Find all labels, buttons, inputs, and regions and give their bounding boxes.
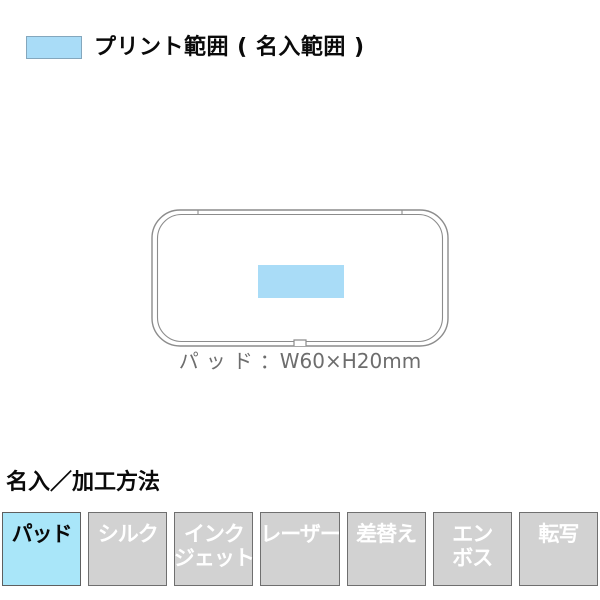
method-chip-label: シルク <box>97 522 159 546</box>
print-area-swatch <box>26 36 82 59</box>
method-chip-label-line2: ボス <box>452 545 493 570</box>
print-area-legend: プリント範囲 ( 名入範囲 ) <box>26 36 365 59</box>
caption-dimensions: W60×H20mm <box>279 349 422 373</box>
method-chip-label-line2: ジェット <box>173 545 255 570</box>
caption-separator: ： <box>259 349 280 373</box>
method-chip-label: レーザー <box>260 522 341 546</box>
methods-chip-row: パッド シルク インク ジェット レーザー 差替え エン ボス 転写 <box>2 512 598 586</box>
method-chip-label: 差替え <box>356 522 417 546</box>
method-chip-transfer[interactable]: 転写 <box>518 512 598 586</box>
product-illustration: パッド：W60×H20mm <box>0 196 600 396</box>
print-area-legend-label: プリント範囲 ( 名入範囲 ) <box>94 34 365 60</box>
print-area-dimension-caption: パッド：W60×H20mm <box>0 351 600 371</box>
method-chip-silk[interactable]: シルク <box>88 512 168 586</box>
print-area-highlight <box>258 265 344 298</box>
method-chip-label: エン <box>452 522 493 546</box>
method-chip-emboss[interactable]: エン ボス <box>432 512 512 586</box>
method-chip-laser[interactable]: レーザー <box>260 512 341 586</box>
method-chip-label: パッド <box>11 522 73 546</box>
method-chip-label: インク <box>183 522 245 546</box>
methods-section-heading: 名入／加工方法 <box>6 470 161 495</box>
method-chip-insert[interactable]: 差替え <box>346 512 426 586</box>
method-chip-label: 転写 <box>538 522 579 546</box>
method-chip-inkjet[interactable]: インク ジェット <box>173 512 255 586</box>
caption-method-name: パッド <box>178 349 260 373</box>
method-chip-pad[interactable]: パッド <box>2 512 82 586</box>
